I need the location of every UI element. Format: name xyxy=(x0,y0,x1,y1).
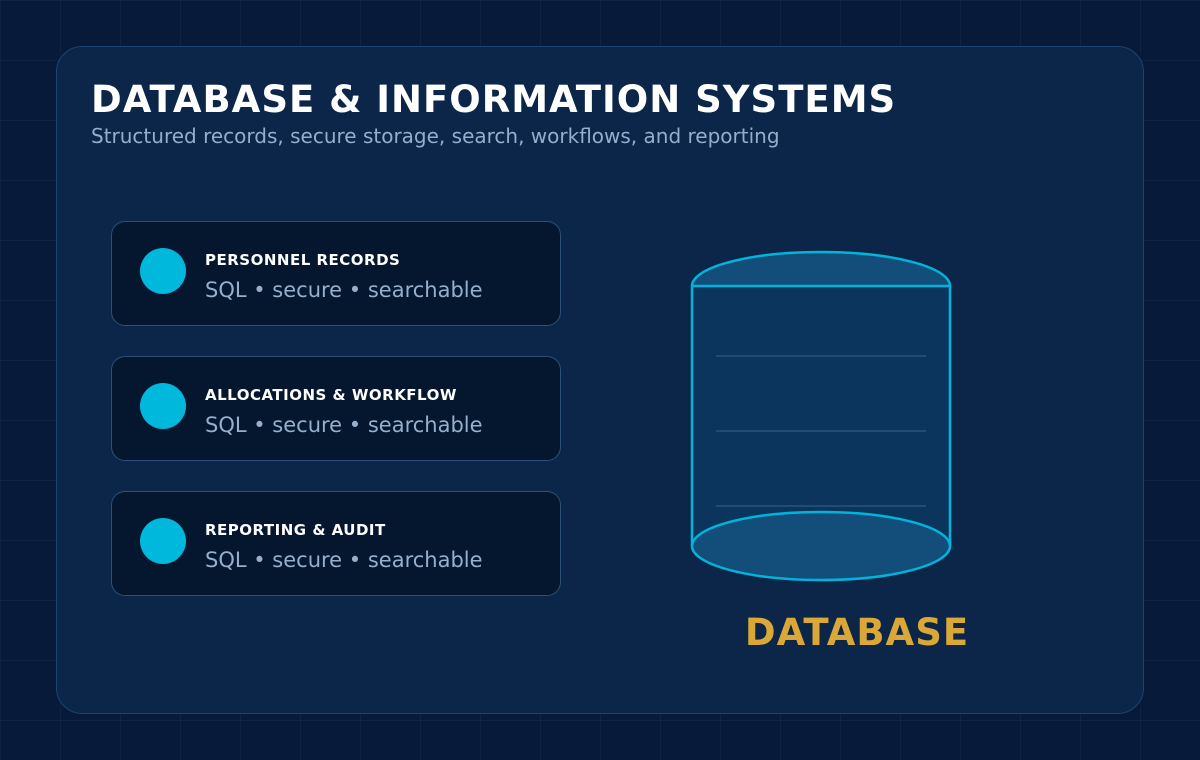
database-bottom xyxy=(690,510,952,582)
main-panel: DATABASE & INFORMATION SYSTEMS Structure… xyxy=(56,46,1144,714)
database-label: DATABASE xyxy=(744,611,970,654)
database-top xyxy=(690,250,952,288)
